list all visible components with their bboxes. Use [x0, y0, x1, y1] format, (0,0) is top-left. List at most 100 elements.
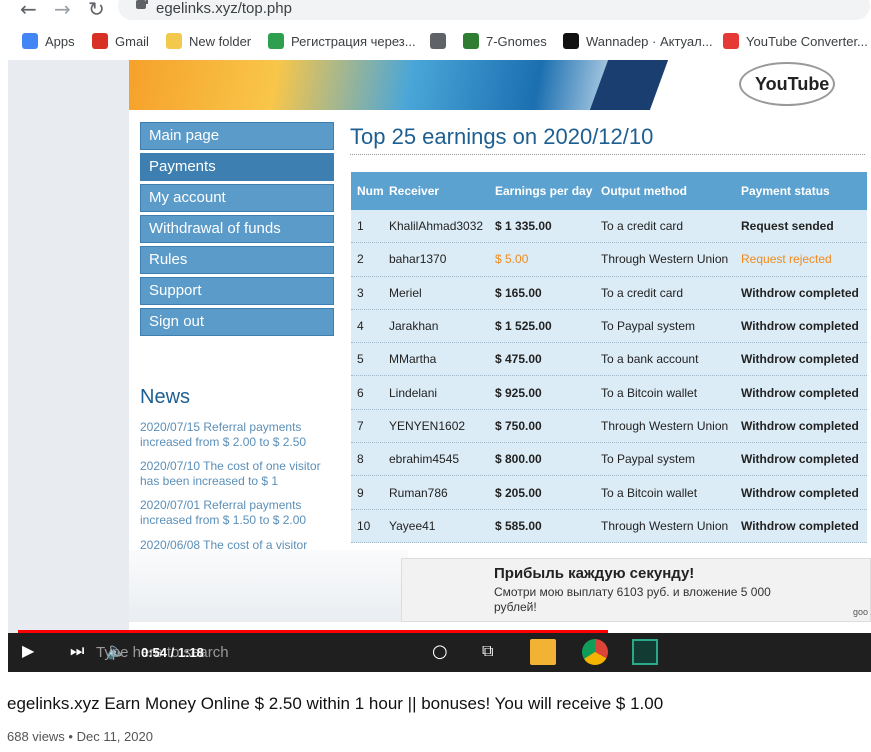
news-item[interactable]: 2020/07/15 Referral payments increased f…: [140, 420, 330, 450]
row-receiver: Yayee41: [389, 518, 436, 533]
row-output-method: To Paypal system: [601, 452, 696, 467]
row-num: 5: [357, 352, 364, 367]
row-num: 7: [357, 418, 364, 433]
row-earnings: $ 800.00: [495, 452, 542, 467]
menu-item[interactable]: Sign out: [140, 308, 334, 336]
row-receiver: bahar1370: [389, 252, 447, 267]
bookmark-item[interactable]: YouTube Converter...: [723, 30, 868, 52]
bookmark-item[interactable]: New folder: [166, 30, 251, 52]
folder-icon: [166, 33, 182, 49]
ruble-icon: [268, 33, 284, 49]
table-row: 1 KhalilAhmad3032 $ 1 335.00 To a credit ca…: [351, 210, 867, 244]
row-earnings: $ 205.00: [495, 485, 542, 500]
earnings-table: Num Receiver Earnings per day Output met…: [351, 172, 867, 543]
row-num: 6: [357, 385, 364, 400]
site-menu: Main page Payments My account Withdrawal of…: [140, 122, 334, 339]
next-icon[interactable]: ⏭: [70, 641, 84, 661]
header-num: Num: [357, 184, 384, 198]
ad-overlay[interactable]: Прибыль каждую секунду! Смотри мою выпла…: [401, 558, 871, 622]
table-row: 2 bahar1370 $ 5.00 Through Western Union Req…: [351, 243, 867, 277]
back-icon[interactable]: ←: [20, 0, 37, 21]
apps-grid-icon: [22, 33, 38, 49]
task-view-icon: ⧉: [482, 641, 494, 660]
row-output-method: To a credit card: [601, 219, 684, 234]
row-output-method: To a Bitcoin wallet: [601, 485, 698, 500]
reload-icon[interactable]: ↻: [88, 0, 105, 21]
menu-item[interactable]: Payments: [140, 153, 334, 181]
bookmark-label: New folder: [189, 33, 252, 49]
bookmark-item[interactable]: [430, 30, 453, 52]
table-row: 9 Ruman786 $ 205.00 To a Bitcoin wallet With…: [351, 476, 867, 510]
menu-item[interactable]: Support: [140, 277, 334, 305]
bookmark-item[interactable]: Wannadep · Актуал...: [563, 30, 713, 52]
bookmarks-bar: Apps Gmail New folder Регистрация через... 7…: [0, 30, 871, 58]
row-num: 1: [357, 219, 364, 234]
table-row: 3 Meriel $ 165.00 To a credit card Withdrow …: [351, 276, 867, 310]
row-earnings: $ 475.00: [495, 352, 542, 367]
time-display: 0:54 / 1:18: [141, 645, 204, 660]
bookmark-item[interactable]: 7-Gnomes: [463, 30, 547, 52]
row-earnings: $ 1 525.00: [495, 319, 552, 334]
bookmark-label: YouTube Converter...: [746, 33, 868, 49]
row-payment-status: Withdrow completed: [741, 485, 859, 500]
bookmark-item[interactable]: Gmail: [92, 30, 149, 52]
row-receiver: Jarakhan: [389, 319, 439, 334]
row-output-method: To a bank account: [601, 352, 699, 367]
lock-icon: [136, 0, 148, 9]
row-num: 10: [357, 518, 371, 533]
forward-icon[interactable]: →: [54, 0, 71, 21]
site-banner: YouTube: [129, 60, 871, 110]
menu-item[interactable]: Main page: [140, 122, 334, 150]
row-num: 4: [357, 319, 364, 334]
row-payment-status: Withdrow completed: [741, 418, 859, 433]
play-icon[interactable]: ▶: [22, 641, 34, 660]
row-payment-status: Withdrow completed: [741, 518, 859, 533]
row-earnings: $ 5.00: [495, 252, 529, 267]
file-explorer-icon: [530, 639, 556, 665]
row-payment-status: Request rejected: [741, 252, 832, 267]
row-payment-status: Request sended: [741, 219, 834, 234]
row-output-method: Through Western Union: [601, 252, 729, 267]
header-earnings: Earnings per day: [495, 184, 593, 198]
row-earnings: $ 925.00: [495, 385, 542, 400]
video-title[interactable]: egelinks.xyz Earn Money Online $ 2.50 wi…: [7, 694, 663, 714]
row-earnings: $ 750.00: [495, 418, 542, 433]
table-row: 6 Lindelani $ 925.00 To a Bitcoin wallet Wit…: [351, 376, 867, 410]
menu-item[interactable]: Withdrawal of funds: [140, 215, 334, 243]
menu-item[interactable]: Rules: [140, 246, 334, 274]
row-receiver: Meriel: [389, 285, 422, 300]
row-num: 8: [357, 452, 364, 467]
ad-text: Смотри мою выплату 6103 руб. и вложение …: [494, 585, 771, 614]
youtube-logo-text: YouTube: [755, 74, 830, 94]
table-header: Num Receiver Earnings per day Output met…: [351, 172, 867, 210]
row-payment-status: Withdrow completed: [741, 452, 859, 467]
row-num: 9: [357, 485, 364, 500]
row-payment-status: Withdrow completed: [741, 319, 859, 334]
bookmark-item[interactable]: Регистрация через...: [268, 30, 416, 52]
row-payment-status: Withdrow completed: [741, 352, 859, 367]
row-output-method: Through Western Union: [601, 518, 729, 533]
bookmark-label: 7-Gnomes: [486, 33, 547, 49]
row-receiver: ebrahim4545: [389, 452, 460, 467]
bookmark-label: Apps: [45, 33, 75, 49]
row-output-method: To Paypal system: [601, 319, 696, 334]
banner-stripe: [589, 60, 669, 110]
news-item[interactable]: 2020/07/10 The cost of one visitor has b…: [140, 459, 330, 489]
menu-item[interactable]: My account: [140, 184, 334, 212]
youtube-logo: YouTube: [739, 62, 835, 106]
gnome-icon: [463, 33, 479, 49]
bottom-blur-overlay: [8, 550, 408, 622]
video-player[interactable]: YouTube Main page Payments My account Withd…: [8, 60, 871, 672]
app-icon: [632, 639, 658, 665]
row-output-method: To a Bitcoin wallet: [601, 385, 698, 400]
news-item[interactable]: 2020/07/01 Referral payments increased f…: [140, 498, 330, 528]
table-row: 10 Yayee41 $ 585.00 Through Western Union Wi…: [351, 509, 867, 543]
header-receiver: Receiver: [389, 184, 440, 198]
video-meta: 688 views • Dec 11, 2020: [7, 729, 153, 744]
row-earnings: $ 585.00: [495, 518, 542, 533]
bookmark-item[interactable]: Apps: [22, 30, 75, 52]
row-earnings: $ 1 335.00: [495, 219, 552, 234]
table-body: 1 KhalilAhmad3032 $ 1 335.00 To a credit ca…: [351, 210, 867, 543]
address-bar[interactable]: egelinks.xyz/top.php: [118, 0, 870, 20]
news-heading: News: [140, 386, 191, 408]
